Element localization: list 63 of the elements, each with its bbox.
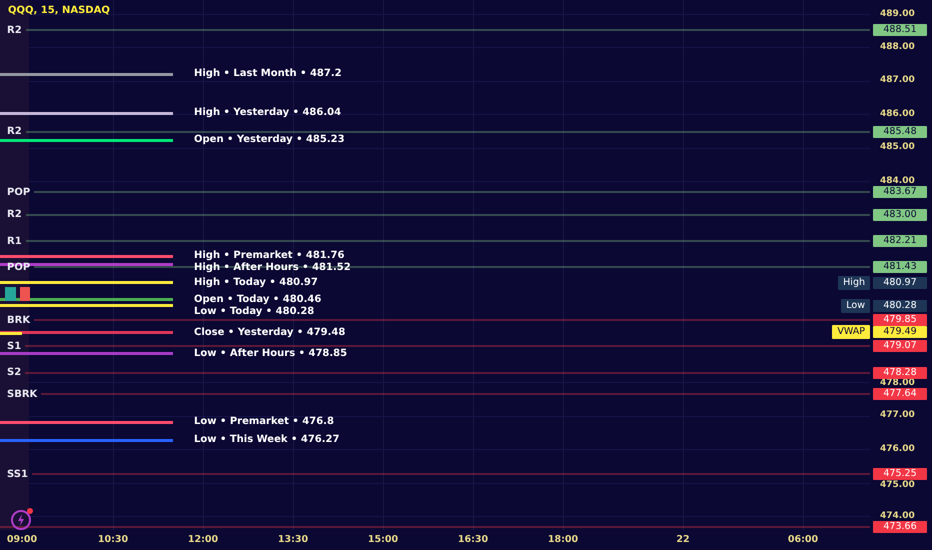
price-tick: 487.00 [880,76,915,86]
vwap-line [0,332,22,335]
time-tick: 16:30 [458,534,488,545]
price-tag: 479.49 [873,326,927,338]
price-tick: 489.00 [880,10,915,18]
price-tick: 488.00 [880,42,915,52]
level-label: High • Premarket • 481.76 [194,249,344,262]
chart-title: QQQ, 15, NASDAQ [8,5,110,16]
price-tick: 485.00 [880,143,915,152]
price-tag: 481.43 [873,261,927,274]
price-tick: 484.00 [880,176,915,186]
price-tag: 477.64 [873,388,927,400]
pivot-label: BRK [6,314,30,326]
price-tick: 474.00 [880,512,915,521]
price-tick: 477.00 [880,411,915,420]
marker-label: High [838,276,870,290]
level-label: Open • Yesterday • 485.23 [194,133,345,148]
price-tag: 483.00 [873,208,927,221]
price-tag: 482.21 [873,235,927,248]
level-label: High • Today • 480.97 [194,276,318,290]
level-label: Low • This Week • 476.27 [194,433,340,448]
price-tag: 485.48 [873,126,927,138]
lightning-icon[interactable] [10,507,34,531]
time-tick: 12:00 [188,534,218,545]
time-tick: 22 [676,534,690,545]
price-tag: 479.85 [873,314,927,326]
level-label: Low • Today • 480.28 [194,304,314,319]
time-tick: 09:00 [6,534,38,545]
time-tick: 15:00 [368,534,398,545]
marker-label: VWAP [832,325,870,340]
price-tag: 475.25 [873,468,927,480]
candlestick-drawing [2,285,30,303]
price-tick: 476.00 [880,444,915,454]
level-label: High • Last Month • 487.2 [194,67,342,82]
level-label: Low • After Hours • 478.85 [194,346,348,361]
level-label: Close • Yesterday • 479.48 [194,326,346,340]
pivot-label: SBRK [6,388,38,400]
price-tag: 488.51 [873,24,927,36]
pivot-label: R2 [6,24,22,36]
pivot-label: R2 [6,209,22,220]
time-tick: 06:00 [788,534,818,545]
time-tick: 18:00 [548,534,578,545]
pivot-label: S2 [6,367,22,378]
level-label: High • Yesterday • 486.04 [194,106,342,120]
time-tick: 13:30 [278,534,308,545]
price-tag: 480.97 [873,276,927,289]
price-tag: 480.28 [873,300,927,312]
pivot-label: POP [6,186,30,198]
price-tag: 479.07 [873,340,927,352]
pivot-label: S1 [6,340,22,352]
price-tag: 473.66 [873,521,927,534]
price-tag: 483.67 [873,186,927,198]
pivot-label: R1 [6,236,22,247]
price-tick: 475.00 [880,480,915,490]
price-tick: 486.00 [880,110,915,119]
time-tick: 10:30 [98,534,128,545]
level-label: Low • Premarket • 476.8 [194,415,334,430]
pivot-label: R2 [6,126,22,138]
price-tag: 478.28 [873,366,927,379]
marker-label: Low [841,298,870,313]
level-label: High • After Hours • 481.52 [194,261,351,276]
level-label: Open • Today • 480.46 [194,292,322,306]
pivot-label: SS1 [6,468,28,480]
